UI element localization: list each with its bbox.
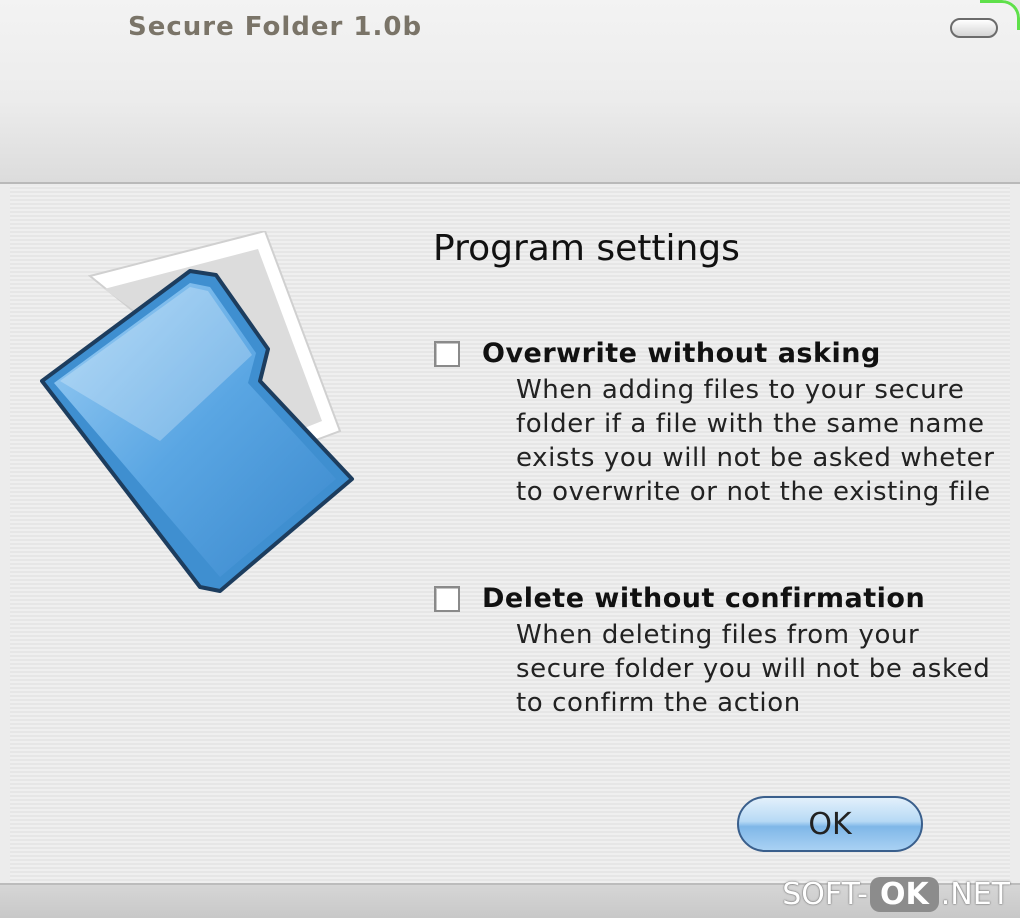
delete-label[interactable]: Delete without confirmation (482, 583, 925, 614)
overwrite-checkbox[interactable] (434, 340, 460, 367)
delete-description: When deleting files from your secure fol… (516, 620, 991, 718)
ok-button[interactable]: OK (737, 796, 923, 852)
watermark-middle: OK (869, 877, 939, 912)
title-bar[interactable]: Secure Folder 1.0b (0, 0, 1020, 184)
settings-panel: Program settings Overwrite without askin… (10, 186, 1010, 883)
watermark: SOFT- OK .NET (782, 877, 1010, 912)
watermark-right: .NET (940, 877, 1010, 912)
option-delete: Delete without confirmation When deletin… (434, 583, 1016, 720)
window-corner-highlight (980, 0, 1020, 30)
settings-window: Secure Folder 1.0b Program settings Over… (0, 0, 1020, 918)
window-title: Secure Folder 1.0b (128, 12, 423, 42)
overwrite-description: When adding files to your secure folder … (516, 375, 995, 507)
page-title: Program settings (433, 228, 740, 269)
overwrite-label[interactable]: Overwrite without asking (482, 338, 881, 369)
delete-checkbox[interactable] (434, 585, 460, 612)
blue-folder-icon (40, 231, 354, 593)
watermark-left: SOFT- (782, 877, 868, 912)
option-overwrite: Overwrite without asking When adding fil… (434, 338, 1016, 509)
